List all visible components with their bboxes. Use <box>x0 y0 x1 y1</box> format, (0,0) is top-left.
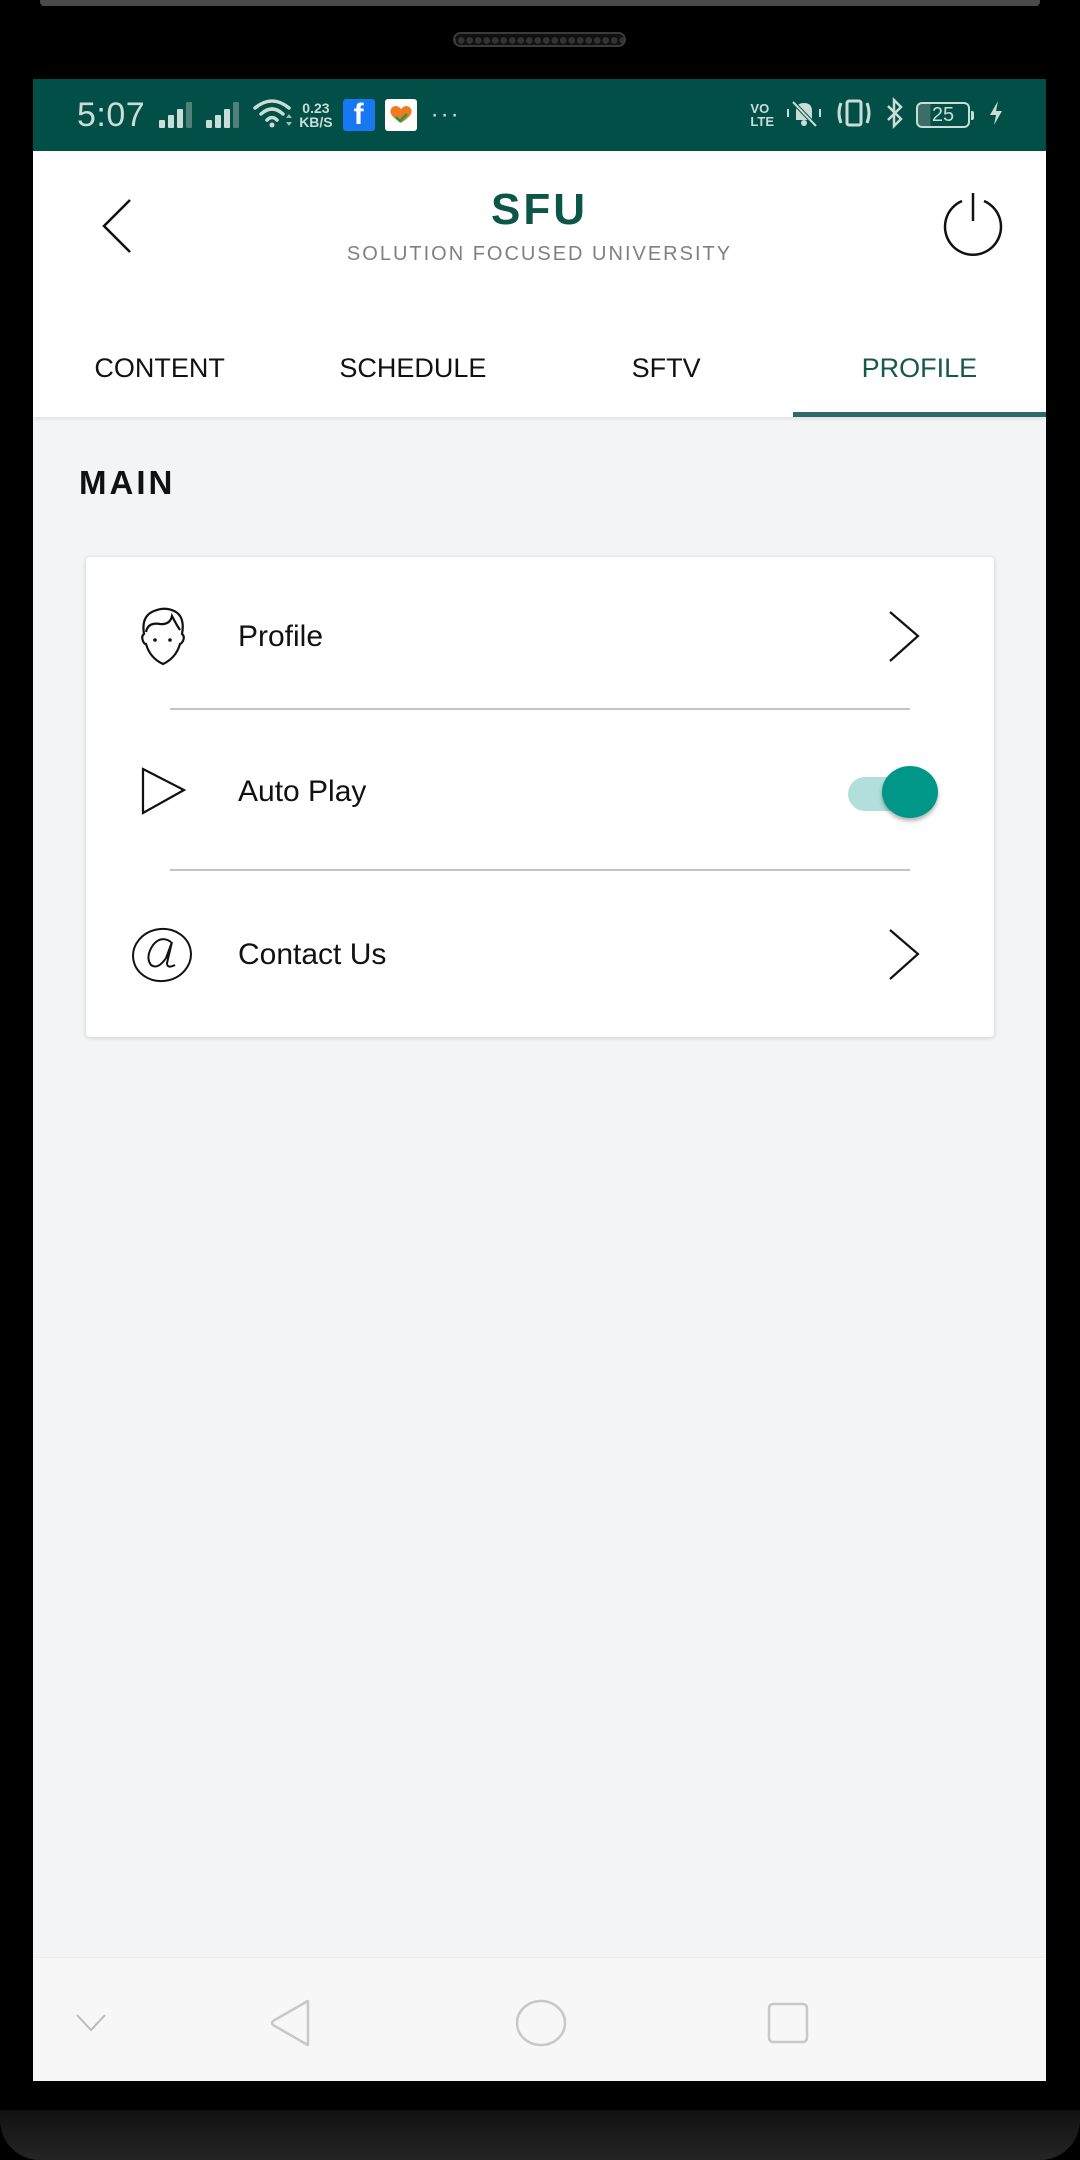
status-right: VO LTE 25 <box>750 79 1004 151</box>
screen: 5:07 0.23 KB/S f ··· VO LTE 25 SFU SOLUT… <box>33 79 1046 2081</box>
play-icon <box>130 759 196 825</box>
nav-recents-icon <box>767 2002 809 2044</box>
network-speed: 0.23 KB/S <box>299 101 332 129</box>
network-speed-value: 0.23 <box>302 100 330 116</box>
signal-sim1-icon <box>159 102 193 128</box>
health-app-notification-icon <box>384 99 417 131</box>
nav-back-icon <box>270 1999 310 2047</box>
chevron-right-icon <box>884 607 924 667</box>
list-item-label: Contact Us <box>238 938 387 971</box>
settings-card: Profile Auto Play Contact Us <box>86 557 994 1037</box>
app-subtitle: SOLUTION FOCUSED UNIVERSITY <box>346 243 733 265</box>
list-item-auto-play: Auto Play <box>86 712 994 872</box>
nav-home-button[interactable] <box>511 1998 571 2048</box>
divider <box>170 708 910 710</box>
facebook-notification-icon: f <box>342 98 375 131</box>
frame-bottom <box>0 2110 1080 2160</box>
face-icon <box>130 604 196 670</box>
nav-back-button[interactable] <box>261 1998 321 2048</box>
charging-icon <box>988 100 1004 131</box>
tab-bar: CONTENT SCHEDULE SFTV PROFILE <box>33 341 1046 417</box>
chevron-right-icon <box>884 925 924 985</box>
toggle-thumb <box>882 766 938 818</box>
chevron-down-icon <box>76 2014 106 2032</box>
nav-recents-button[interactable] <box>763 1998 813 2048</box>
vibrate-icon <box>834 98 874 133</box>
phone-frame: 5:07 0.23 KB/S f ··· VO LTE 25 SFU SOLUT… <box>0 0 1080 2160</box>
bell-muted-icon <box>784 98 824 133</box>
tab-content[interactable]: CONTENT <box>33 341 286 417</box>
app-title: SFU <box>491 185 588 234</box>
divider <box>170 869 910 871</box>
hide-nav-button[interactable] <box>71 1998 111 2048</box>
signal-sim2-icon <box>206 102 240 128</box>
bluetooth-icon <box>884 96 906 134</box>
wifi-icon <box>253 97 293 134</box>
tab-schedule[interactable]: SCHEDULE <box>286 341 539 417</box>
list-item-label: Auto Play <box>238 775 367 808</box>
tab-sftv[interactable]: SFTV <box>540 341 793 417</box>
list-item-label: Profile <box>238 620 324 653</box>
app-header: SFU SOLUTION FOCUSED UNIVERSITY CONTENT … <box>33 151 1046 417</box>
nav-home-icon <box>515 1999 567 2047</box>
status-time: 5:07 <box>77 95 146 134</box>
lte-label: LTE <box>750 114 774 129</box>
list-item-profile[interactable]: Profile <box>86 557 994 717</box>
section-title: MAIN <box>79 464 176 501</box>
volte-icon: VO LTE <box>750 102 774 128</box>
frame-edge <box>40 0 1040 6</box>
power-icon <box>943 193 1003 256</box>
tab-profile[interactable]: PROFILE <box>792 341 1046 417</box>
system-nav-bar <box>33 1957 1046 2081</box>
more-notifications-icon: ··· <box>430 101 461 128</box>
auto-play-toggle[interactable] <box>848 764 940 820</box>
list-item-contact-us[interactable]: Contact Us <box>86 875 994 1035</box>
network-speed-unit: KB/S <box>299 114 333 130</box>
speaker-grille <box>453 32 626 47</box>
battery-indicator: 25 <box>916 102 974 128</box>
at-icon <box>130 922 196 988</box>
status-bar: 5:07 0.23 KB/S f ··· VO LTE 25 <box>33 79 1046 151</box>
logout-button[interactable] <box>938 189 1008 259</box>
